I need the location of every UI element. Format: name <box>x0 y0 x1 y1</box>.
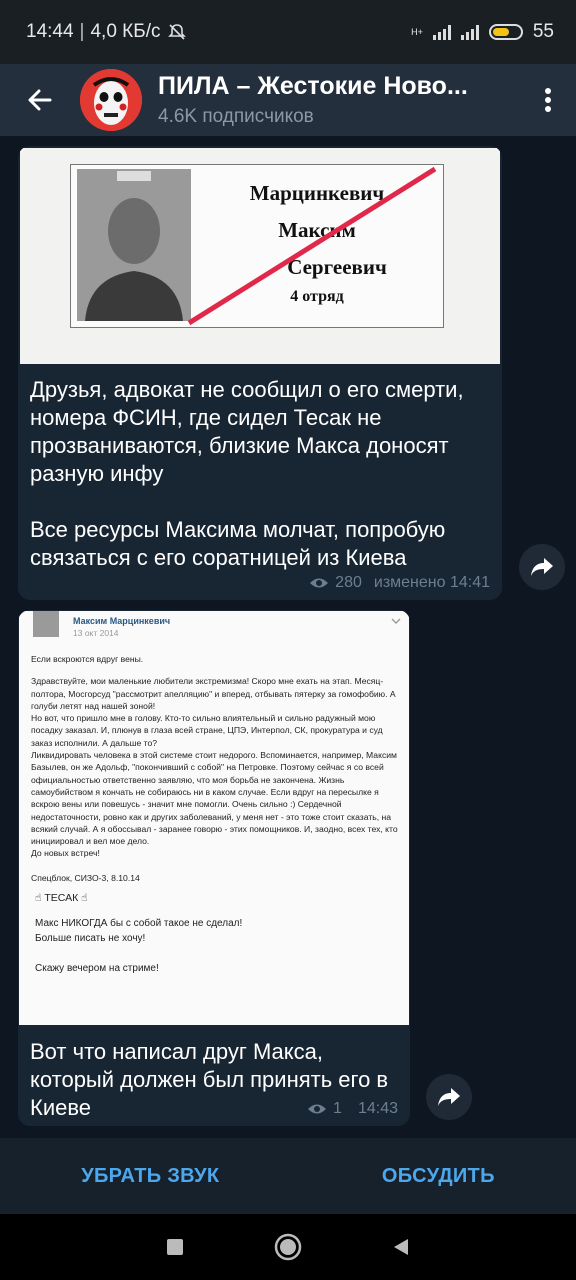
message-meta: 1 14:43 <box>307 1100 398 1118</box>
eye-icon <box>308 1104 327 1114</box>
share-button[interactable] <box>426 1074 472 1120</box>
post-tag: ТЕСАК <box>44 892 79 905</box>
channel-title[interactable]: ПИЛА – Жестокие Ново... <box>158 72 520 101</box>
status-time: 14:44 <box>26 21 74 42</box>
post-body: Здравствуйте, мои маленькие любители экс… <box>31 676 398 859</box>
mute-bell-icon <box>167 24 186 40</box>
system-nav-bar <box>0 1214 576 1280</box>
battery-icon <box>488 24 523 40</box>
prison-card: Марцинкевич Максим Сергеевич 4 отряд <box>70 164 444 328</box>
back-button[interactable] <box>0 64 80 136</box>
more-menu-button[interactable] <box>520 64 576 136</box>
message-bubble[interactable]: Максим Марцинкевич 13 окт 2014 Если вскр… <box>18 610 410 1126</box>
post-signature: Спецблок, СИЗО-3, 8.10.14 <box>31 872 140 883</box>
avatar <box>33 611 59 637</box>
network-type: H+ <box>411 26 423 37</box>
post-heading: Если вскроются вдруг вены. <box>31 654 144 664</box>
red-cross-line <box>187 166 437 326</box>
share-arrow-icon <box>531 558 553 576</box>
message-photo[interactable]: Максим Марцинкевич 13 окт 2014 Если вскр… <box>19 611 409 1025</box>
jigsaw-mask-icon <box>80 69 142 131</box>
chat-header: ПИЛА – Жестокие Ново... 4.6K подписчиков <box>0 64 576 136</box>
chat-area[interactable]: Марцинкевич Максим Сергеевич 4 отряд Дру… <box>0 136 576 1138</box>
message-meta: 280 изменено 14:41 <box>309 574 490 592</box>
more-vertical-icon <box>545 88 551 112</box>
chevron-down-icon <box>391 618 401 624</box>
share-arrow-icon <box>438 1088 460 1106</box>
hand-emoji-icon: ☝ <box>81 892 88 905</box>
signal-icon <box>432 24 451 40</box>
message-time: 14:43 <box>357 1100 398 1117</box>
edited-time: изменено 14:41 <box>373 574 490 591</box>
channel-avatar[interactable] <box>80 69 142 131</box>
subscriber-count: 4.6K подписчиков <box>158 106 314 127</box>
status-bar: 14:44 | 4,0 КБ/с H+ 55 <box>0 0 576 64</box>
channel-action-bar: УБРАТЬ ЗВУК ОБСУДИТЬ <box>0 1138 576 1214</box>
square-icon[interactable] <box>166 1238 184 1256</box>
message-text: Друзья, адвокат не сообщил о его смерти,… <box>30 377 464 570</box>
post-extra: Больше писать не хочу! <box>35 932 146 944</box>
share-button[interactable] <box>519 544 565 590</box>
post-extra: Макс НИКОГДА бы с собой такое не сделал! <box>35 918 243 930</box>
hand-emoji-icon: ☝ <box>35 892 42 905</box>
post-extra: Скажу вечером на стриме! <box>35 962 159 974</box>
eye-icon <box>310 578 329 588</box>
discuss-button[interactable]: ОБСУДИТЬ <box>382 1165 495 1188</box>
arrow-left-icon <box>28 89 52 111</box>
view-count: 1 <box>333 1100 342 1117</box>
view-count: 280 <box>335 574 362 591</box>
message-photo[interactable]: Марцинкевич Максим Сергеевич 4 отряд <box>20 148 500 364</box>
status-speed: 4,0 КБ/с <box>90 21 161 42</box>
post-date: 13 окт 2014 <box>73 628 119 638</box>
triangle-icon[interactable] <box>392 1237 410 1257</box>
circle-icon[interactable] <box>274 1233 302 1261</box>
mute-button[interactable]: УБРАТЬ ЗВУК <box>81 1165 219 1188</box>
battery-level: 55 <box>532 21 554 42</box>
message-bubble[interactable]: Марцинкевич Максим Сергеевич 4 отряд Дру… <box>18 146 502 600</box>
signal-2-icon <box>460 24 479 40</box>
